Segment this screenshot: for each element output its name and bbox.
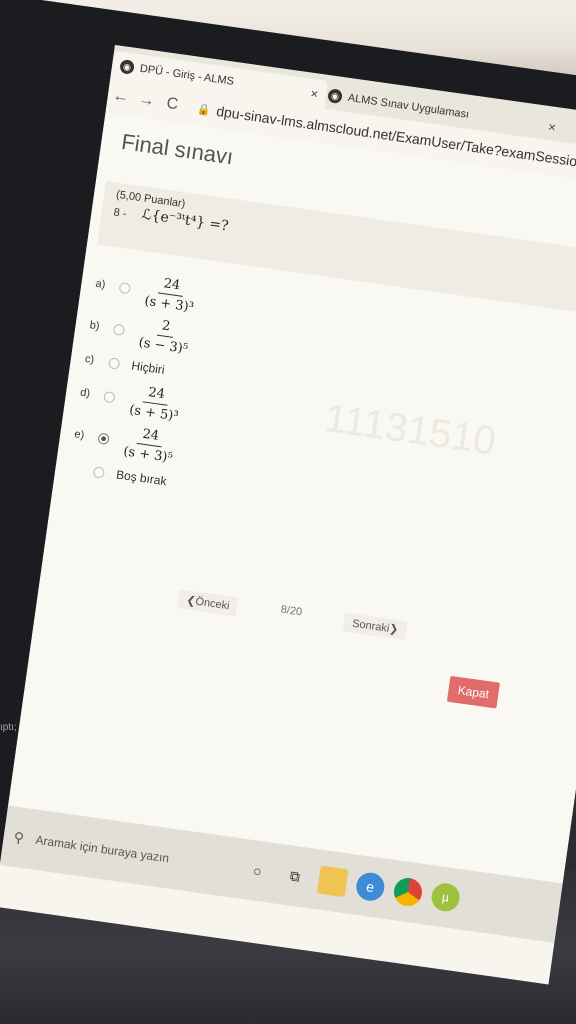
task-view-icon[interactable]: ⧉ bbox=[279, 860, 311, 892]
radio-button-selected[interactable] bbox=[97, 432, 110, 445]
close-icon[interactable]: × bbox=[547, 119, 557, 135]
option-fraction: 24 (s + 3)³ bbox=[140, 273, 202, 316]
question-formula: ℒ{e⁻³ᵗt⁴} =? bbox=[140, 206, 230, 235]
radio-button[interactable] bbox=[108, 356, 121, 370]
left-edge-text: ıptı; bbox=[0, 722, 17, 733]
reload-button[interactable]: C bbox=[158, 94, 186, 115]
option-letter: a) bbox=[94, 277, 107, 291]
radio-button[interactable] bbox=[92, 465, 106, 479]
chrome-icon[interactable] bbox=[392, 876, 424, 908]
back-button[interactable]: ← bbox=[107, 87, 135, 108]
option-letter: b) bbox=[88, 319, 101, 333]
radio-button[interactable] bbox=[112, 323, 126, 336]
globe-icon: ◉ bbox=[119, 58, 135, 75]
answer-options: a) 24 (s + 3)³ b) 2 (s − 3)⁵ c) Hiçbiri bbox=[68, 263, 202, 495]
option-fraction: 2 (s − 3)⁵ bbox=[134, 314, 196, 357]
globe-icon: ◉ bbox=[327, 88, 343, 105]
watermark: 11131510 bbox=[322, 396, 499, 464]
taskbar-search-input[interactable]: Aramak için buraya yazın bbox=[35, 833, 235, 875]
edge-icon[interactable]: e bbox=[354, 870, 387, 903]
file-explorer-icon[interactable] bbox=[316, 865, 349, 898]
forward-button[interactable]: → bbox=[132, 90, 160, 111]
page-counter: 8/20 bbox=[279, 603, 303, 619]
option-fraction: 24 (s + 3)⁵ bbox=[119, 423, 181, 466]
previous-button[interactable]: ❮Önceki bbox=[177, 589, 239, 617]
utorrent-icon[interactable]: µ bbox=[429, 881, 462, 914]
page-title: Final sınavı bbox=[119, 128, 235, 170]
numerator: 2 bbox=[156, 317, 176, 338]
exam-page: 11131510 Final sınavı (5,00 Puanlar) 8 -… bbox=[8, 112, 576, 884]
pagination: ❮Önceki 8/20 Sonraki❯ bbox=[177, 589, 408, 641]
radio-button[interactable] bbox=[118, 281, 132, 294]
option-letter: d) bbox=[79, 386, 91, 400]
option-letter: e) bbox=[73, 428, 85, 442]
search-icon[interactable]: ⚲ bbox=[13, 828, 31, 847]
cortana-circle-icon[interactable]: ○ bbox=[242, 855, 274, 887]
skip-label: Boş bırak bbox=[115, 467, 168, 489]
option-letter: c) bbox=[84, 352, 95, 367]
option-fraction: 24 (s + 5)³ bbox=[124, 382, 186, 425]
close-exam-button[interactable]: Kapat bbox=[446, 675, 500, 709]
close-icon[interactable]: × bbox=[310, 85, 320, 101]
option-text: Hiçbiri bbox=[130, 358, 166, 377]
radio-button[interactable] bbox=[103, 390, 116, 403]
question-number: 8 - bbox=[112, 206, 128, 221]
next-button[interactable]: Sonraki❯ bbox=[343, 612, 408, 641]
lock-icon: 🔒 bbox=[196, 102, 212, 117]
